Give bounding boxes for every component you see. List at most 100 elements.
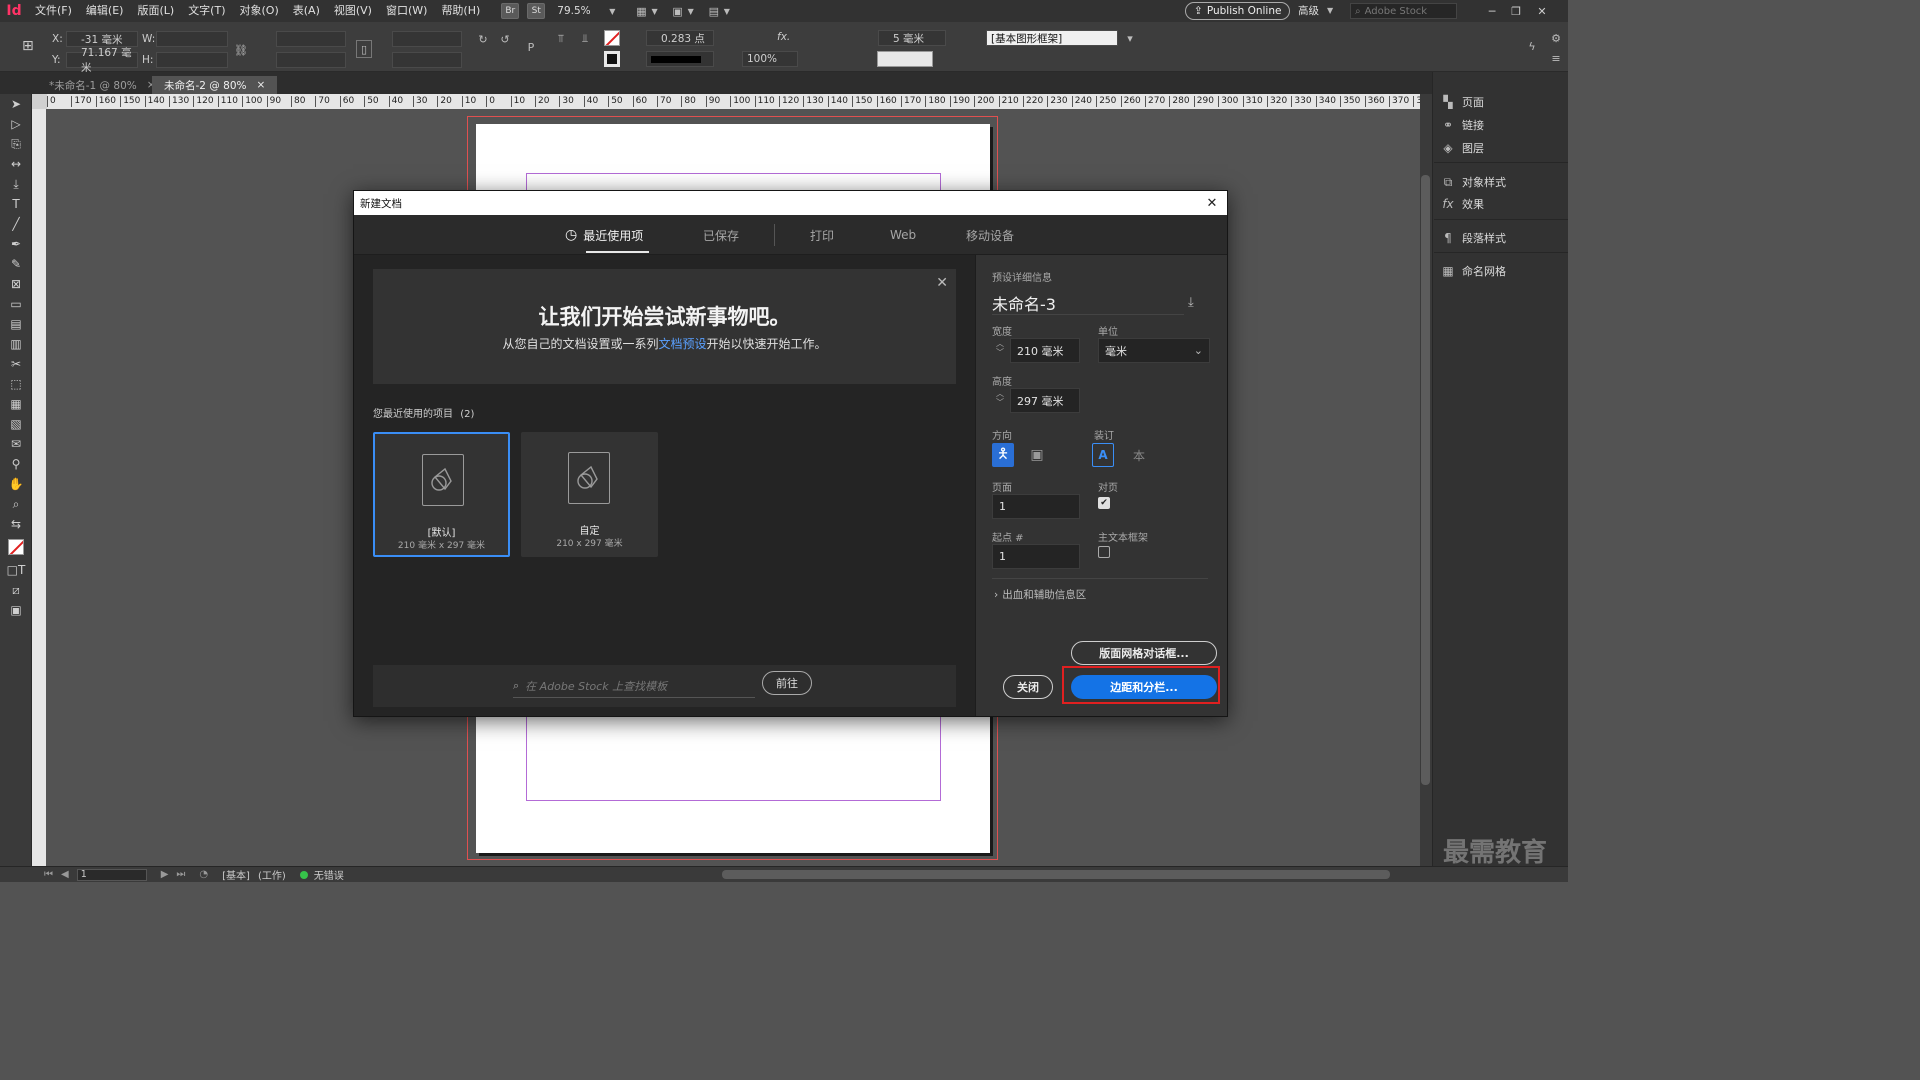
dialog-close-icon[interactable]: ✕ [1203, 194, 1221, 212]
hand-tool-icon[interactable]: ✋ [0, 474, 32, 494]
tab-mobile[interactable]: 移动设备 [966, 215, 1014, 255]
content-collector-icon[interactable]: ⤓ [0, 174, 32, 194]
menu-object[interactable]: 对象(O) [233, 0, 286, 22]
height-field[interactable]: 297 毫米 [1010, 388, 1080, 413]
chevron-down-icon[interactable]: ▼ [651, 7, 657, 16]
spin-down-icon[interactable]: ﹀ [994, 348, 1006, 357]
rotate-ccw-icon[interactable]: ↺ [497, 31, 513, 47]
error-status[interactable]: 无错误 [314, 867, 344, 882]
spacing-field[interactable]: 5 毫米 [878, 30, 946, 46]
rectangle-frame-tool-icon[interactable]: ⊠ [0, 274, 32, 294]
pen-tool-icon[interactable]: ✒ [0, 234, 32, 254]
type-on-path-icon[interactable]: P [523, 39, 539, 55]
pages-field[interactable]: 1 [992, 494, 1080, 519]
restore-icon[interactable]: ❐ [1504, 0, 1528, 22]
preset-default[interactable]: [默认] 210 毫米 x 297 毫米 [373, 432, 510, 557]
y-field[interactable]: 71.167 毫米 [66, 47, 138, 74]
zoom-level[interactable]: 79.5% [557, 5, 607, 17]
tab-print[interactable]: 打印 [810, 215, 834, 255]
save-preset-icon[interactable]: ⤓ [1188, 295, 1194, 310]
layout-grid-dialog-button[interactable]: 版面网格对话框... [1071, 641, 1217, 665]
horizontal-scrollbar-thumb[interactable] [722, 870, 1390, 879]
chevron-down-icon[interactable]: ▾ [1122, 30, 1138, 46]
stock-template-input[interactable]: ⌕ 在 Adobe Stock 上查找模板 [513, 674, 755, 698]
panel-links[interactable]: ⚭ 链接 [1440, 114, 1484, 136]
stroke-swatch-icon[interactable] [604, 51, 620, 67]
screen-mode-icon[interactable]: ▣ [670, 3, 686, 19]
chevron-down-icon[interactable]: ▼ [609, 7, 615, 16]
menu-table[interactable]: 表(A) [286, 0, 327, 22]
menu-view[interactable]: 视图(V) [327, 0, 379, 22]
h-field[interactable] [156, 52, 228, 68]
distribute-icon[interactable]: ⫫ [577, 31, 593, 47]
menu-layout[interactable]: 版面(L) [130, 0, 181, 22]
spin-up-icon[interactable]: ︿ [994, 339, 1006, 348]
direct-selection-tool-icon[interactable]: ▷ [0, 114, 32, 134]
tab-untitled-1[interactable]: *未命名-1 @ 80% × [37, 76, 168, 94]
document-name-field[interactable]: 未命名-3 [992, 291, 1184, 315]
banner-close-icon[interactable]: ✕ [936, 275, 948, 291]
lightning-icon[interactable]: ϟ [1524, 38, 1540, 54]
chevron-down-icon[interactable]: ▼ [724, 7, 730, 16]
menu-file[interactable]: 文件(F) [28, 0, 79, 22]
menu-type[interactable]: 文字(T) [181, 0, 232, 22]
scissors-tool-icon[interactable]: ✂ [0, 354, 32, 374]
rectangle-tool-icon[interactable]: ▭ [0, 294, 32, 314]
first-page-icon[interactable]: ⏮ [44, 869, 53, 880]
start-number-field[interactable]: 1 [992, 544, 1080, 569]
formatting-affects-icon[interactable]: □T [0, 560, 32, 580]
binding-left-icon[interactable]: A [1092, 443, 1114, 467]
pencil-tool-icon[interactable]: ✎ [0, 254, 32, 274]
stroke-type-select[interactable] [646, 51, 714, 67]
fx-icon[interactable]: fx. [777, 31, 790, 43]
bridge-button[interactable]: Br [501, 3, 520, 19]
portrait-icon[interactable]: 🯅 [992, 443, 1014, 467]
page-tool-icon[interactable]: ⎘ [0, 134, 32, 154]
tab-close-icon[interactable]: × [256, 79, 265, 91]
bleed-slug-toggle[interactable]: › 出血和辅助信息区 [994, 587, 1086, 602]
object-style-select[interactable]: [基本图形框架] [986, 30, 1118, 46]
scale-x-field[interactable] [276, 31, 346, 47]
stock-button[interactable]: St [527, 3, 546, 19]
gear-icon[interactable]: ⚙ [1548, 30, 1564, 46]
eyedropper-tool-icon[interactable]: ⚲ [0, 454, 32, 474]
apply-none-icon[interactable]: ⧄ [0, 580, 32, 600]
facing-pages-checkbox[interactable]: ✔ [1098, 497, 1110, 509]
spin-up-icon[interactable]: ︿ [994, 389, 1006, 398]
type-tool-icon[interactable]: T [0, 194, 32, 214]
fill-none-icon[interactable] [604, 30, 620, 46]
spin-down-icon[interactable]: ﹀ [994, 398, 1006, 407]
mode-status[interactable]: (工作) [258, 867, 286, 882]
tab-saved[interactable]: 已保存 [703, 215, 739, 255]
panel-menu-icon[interactable]: ≡ [1548, 50, 1564, 66]
publish-online-button[interactable]: ⇪ Publish Online [1185, 2, 1291, 20]
workspace-switcher[interactable]: 高级 ▼ [1298, 3, 1333, 18]
arrange-icon[interactable]: ▤ [706, 3, 722, 19]
tab-untitled-2[interactable]: 未命名-2 @ 80% × [152, 76, 278, 94]
page-number-field[interactable]: 1 [76, 868, 147, 881]
link-scale-icon[interactable]: ▯ [356, 40, 372, 58]
minimize-icon[interactable]: ─ [1480, 0, 1504, 22]
panel-pages[interactable]: ▚ 页面 [1440, 91, 1484, 113]
panel-paragraph-styles[interactable]: ¶ 段落样式 [1440, 227, 1506, 249]
w-field[interactable] [156, 31, 228, 47]
panel-object-styles[interactable]: ⧉ 对象样式 [1440, 171, 1506, 193]
gradient-feather-tool-icon[interactable]: ▧ [0, 414, 32, 434]
swap-fill-stroke-icon[interactable]: ⇆ [0, 514, 32, 534]
scrollbar-thumb[interactable] [1421, 175, 1430, 785]
prev-page-icon[interactable]: ◀ [61, 869, 69, 880]
document-presets-link[interactable]: 文档预设 [658, 337, 706, 351]
next-page-icon[interactable]: ▶ [161, 869, 169, 880]
constrain-proportions-icon[interactable]: ⛓ [233, 42, 249, 58]
selection-tool-icon[interactable]: ➤ [0, 94, 32, 114]
menu-edit[interactable]: 编辑(E) [79, 0, 131, 22]
gradient-tool-icon[interactable]: ▦ [0, 394, 32, 414]
ruler-origin[interactable] [32, 94, 47, 109]
tab-recent[interactable]: ◷ 最近使用项 [565, 215, 643, 255]
unit-select[interactable]: 毫米 ⌄ [1098, 338, 1210, 363]
landscape-icon[interactable]: ▣ [1026, 443, 1048, 467]
panel-named-grids[interactable]: ▦ 命名网格 [1440, 260, 1506, 282]
panel-effects[interactable]: fx 效果 [1440, 193, 1484, 215]
rotate-field[interactable] [392, 31, 462, 47]
chevron-down-icon[interactable]: ▼ [688, 7, 694, 16]
